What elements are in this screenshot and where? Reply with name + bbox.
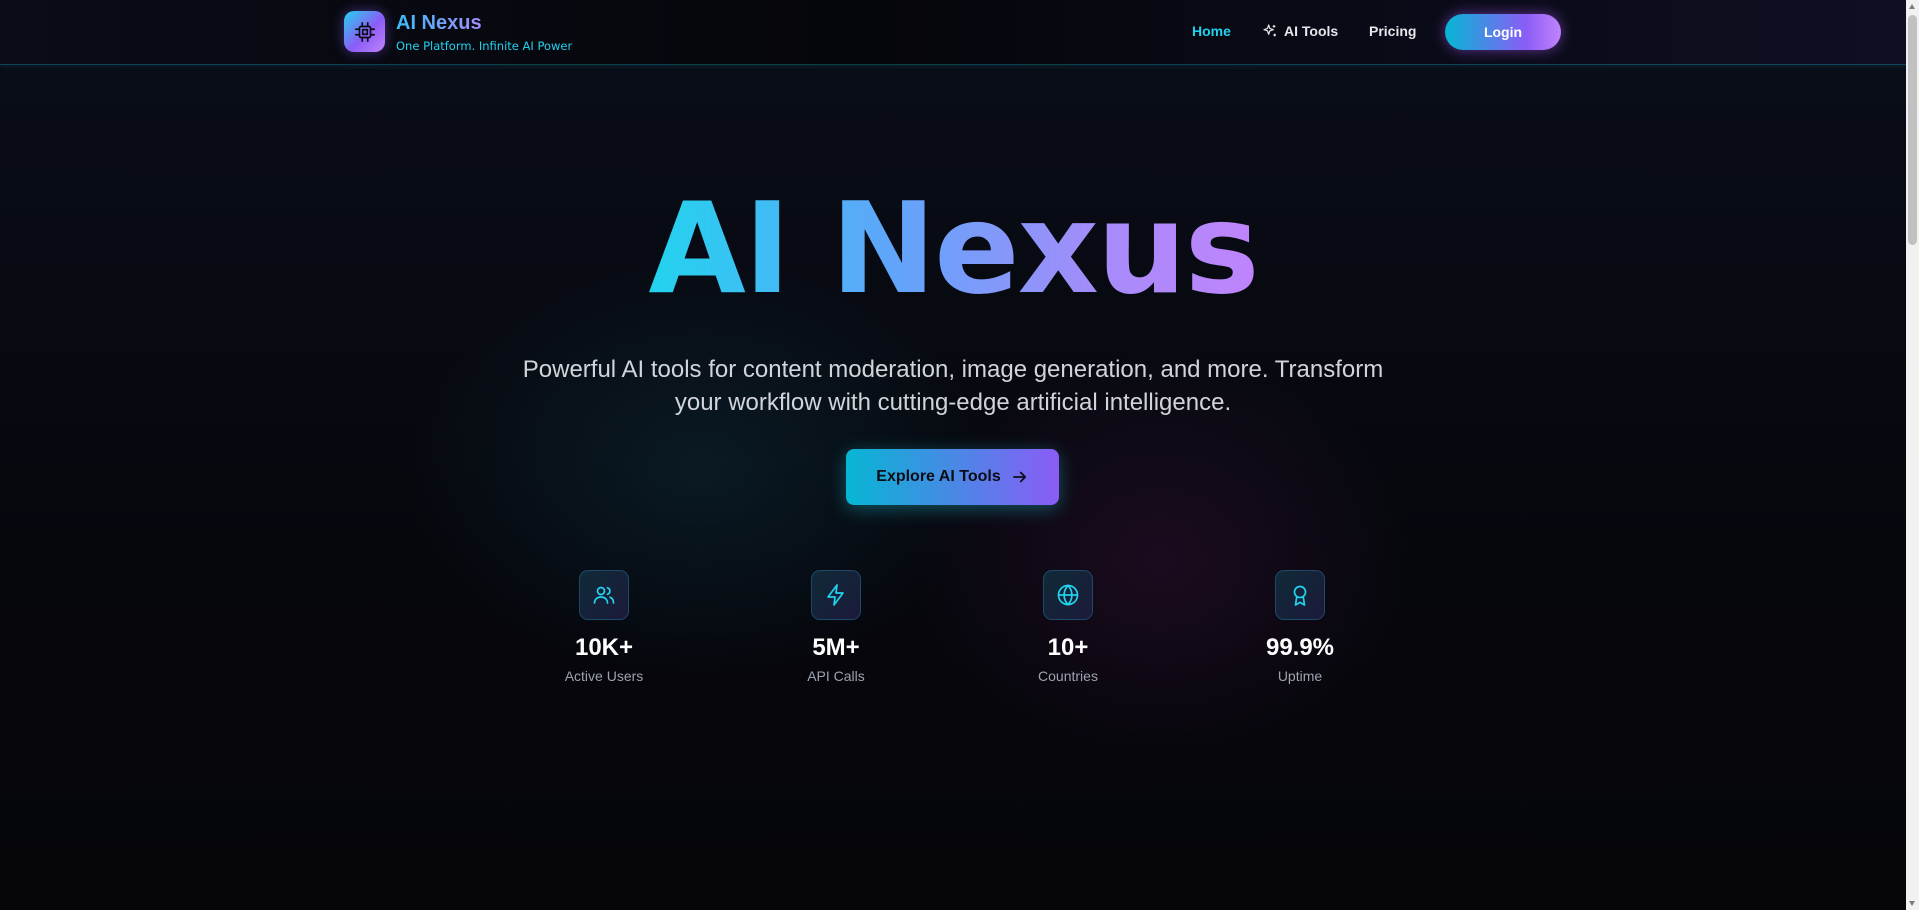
scrollbar-thumb[interactable]	[1908, 15, 1917, 245]
hero-title-text: AI Nexus	[648, 175, 1259, 322]
stat-value: 10K+	[574, 634, 634, 661]
stat-value: 99.9%	[1265, 634, 1335, 661]
nav-link-ai-tools-label: AI Tools	[1284, 23, 1339, 39]
login-button[interactable]: Login	[1445, 14, 1561, 50]
explore-ai-tools-label: Explore AI Tools	[876, 468, 1001, 485]
hero-description: Powerful AI tools for content moderation…	[522, 356, 1384, 416]
lightning-icon	[827, 584, 844, 606]
award-icon	[1293, 585, 1307, 606]
nav-link-pricing[interactable]: Pricing	[1369, 23, 1416, 39]
hero-title: AI Nexus	[0, 186, 1906, 312]
stat-label: Active Users	[564, 668, 644, 684]
top-navbar: AI Nexus One Platform. Infinite AI Power…	[0, 0, 1906, 65]
explore-ai-tools-button[interactable]: Explore AI Tools	[846, 449, 1059, 505]
stat-value: 10+	[1047, 634, 1089, 661]
stat-value: 5M+	[812, 634, 860, 661]
stat-label: Uptime	[1277, 668, 1323, 684]
arrow-right-icon	[1012, 471, 1026, 483]
stat-active-users: 10K+ Active Users	[524, 570, 684, 684]
stat-api-calls: 5M+ API Calls	[756, 570, 916, 684]
stat-icon-box	[1043, 570, 1093, 620]
stat-countries: 10+ Countries	[988, 570, 1148, 684]
cpu-chip-icon	[354, 21, 375, 42]
globe-icon	[1057, 584, 1079, 606]
nav-link-home[interactable]: Home	[1192, 23, 1231, 39]
stat-uptime: 99.9% Uptime	[1220, 570, 1380, 684]
users-icon	[593, 586, 615, 604]
stat-label: Countries	[1038, 668, 1098, 684]
stat-icon-box	[579, 570, 629, 620]
vertical-scrollbar[interactable]	[1906, 0, 1919, 910]
stat-icon-box	[1275, 570, 1325, 620]
sparkles-icon	[1263, 24, 1276, 37]
brand-subtitle: One Platform. Infinite AI Power	[396, 39, 573, 53]
nav-link-ai-tools[interactable]: AI Tools	[1262, 23, 1338, 39]
brand-title[interactable]: AI Nexus	[396, 12, 482, 35]
stat-icon-box	[811, 570, 861, 620]
stat-label: API Calls	[807, 668, 865, 684]
scroll-down-arrow[interactable]	[1909, 901, 1915, 906]
scroll-up-arrow[interactable]	[1909, 4, 1915, 9]
brand-logo[interactable]	[344, 11, 385, 52]
